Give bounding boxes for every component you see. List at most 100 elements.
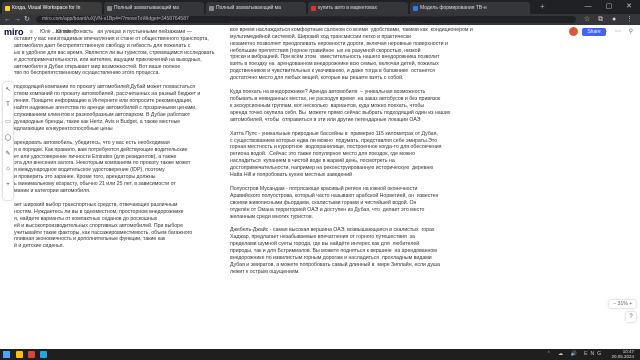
board-text-block-left[interactable]: ...ая поверхность ая улицах и пустынными… bbox=[14, 29, 214, 250]
text-line: найти надежные агентства по аренде автом… bbox=[14, 105, 197, 112]
frame-tool-icon[interactable]: ⌂ bbox=[3, 166, 13, 172]
text-line: ет или удостоверение личности Emirates (… bbox=[14, 153, 177, 160]
text-line: мультимедийной системой. Широкий ход тра… bbox=[230, 33, 411, 40]
text-line: достаточно место для любых вещей, которы… bbox=[230, 75, 404, 82]
zoom-control[interactable]: − 31% + bbox=[609, 300, 636, 308]
page-favicon-icon bbox=[413, 6, 418, 11]
start-menu-icon[interactable] bbox=[3, 351, 10, 358]
file-explorer-icon[interactable] bbox=[16, 351, 23, 358]
text-line: я в порядке. Как правило, вам потребуютс… bbox=[14, 146, 188, 153]
text-line: й и детские сиденья. bbox=[14, 243, 65, 250]
browser-tab-label: Когда, Visual Workspace for In bbox=[12, 5, 81, 11]
system-tray[interactable]: ⌃ ☁ 🔊 ENG bbox=[547, 351, 604, 358]
browser-tab-strip: Когда, Visual Workspace for In Полный за… bbox=[0, 0, 640, 14]
text-line: ает широкий выбор транспортных средств, … bbox=[14, 201, 178, 208]
text-line: я, найдете варианты от компактных седано… bbox=[14, 215, 158, 222]
bookmark-star-icon[interactable]: ☆ bbox=[584, 15, 590, 24]
text-line: своими живописными фьордами, скалистыми … bbox=[230, 199, 417, 206]
text-line: насладиться купанием в чистой воде в жар… bbox=[230, 158, 395, 165]
text-tool-icon[interactable]: T bbox=[3, 102, 13, 108]
text-line: лежит к острым ощущениям. bbox=[230, 268, 300, 275]
text-line: с существованием которых едва ли можно п… bbox=[230, 137, 438, 144]
browser-tab[interactable]: Когда, Visual Workspace for In bbox=[2, 2, 102, 14]
select-tool-icon[interactable]: ↖ bbox=[3, 86, 13, 93]
text-line: внедорожнике по извилистым горным дорога… bbox=[230, 255, 432, 262]
text-line: и проверить это заранее. Кроме того, аре… bbox=[14, 174, 156, 181]
clock-date: 20.05.2024 bbox=[611, 353, 634, 359]
back-icon[interactable]: ← bbox=[4, 15, 11, 24]
avatar[interactable] bbox=[569, 27, 578, 36]
pen-tool-icon[interactable]: ✎ bbox=[3, 150, 13, 157]
text-line: едлагающие конкурентоспособные цены bbox=[14, 125, 113, 132]
telegram-icon[interactable] bbox=[40, 351, 47, 358]
text-line: автомобиля в Дубае открывает мир возможн… bbox=[14, 63, 181, 70]
browser-tab[interactable]: Полный захватывающий ма bbox=[104, 2, 204, 14]
text-line: пределами шумной суеты города, где вы на… bbox=[230, 241, 420, 248]
shape-tool-icon[interactable]: ◯ bbox=[3, 134, 13, 141]
board-text-block-right[interactable]: ерниками, которые вас захватят пошагово,… bbox=[230, 13, 473, 276]
miro-favicon-icon bbox=[5, 6, 10, 11]
reload-icon[interactable]: ↻ bbox=[24, 15, 30, 24]
sticky-note-tool-icon[interactable]: ▭ bbox=[3, 118, 13, 125]
zoom-in-icon[interactable]: + bbox=[629, 301, 632, 307]
text-line: ...ая поверхность ая улицах и пустынными… bbox=[14, 29, 192, 35]
extensions-icon[interactable]: ⧉ bbox=[598, 15, 603, 24]
page-favicon-icon bbox=[107, 6, 112, 11]
text-line: ерниками, которые вас захватят пошагово,… bbox=[230, 13, 455, 19]
text-line: эта для внесения залога. Некоторым компа… bbox=[14, 160, 191, 167]
page-favicon-icon bbox=[209, 6, 214, 11]
text-line: ством компаний по прокату автомобилей, р… bbox=[14, 91, 201, 98]
page-favicon-icon bbox=[311, 6, 316, 11]
text-line: отделён от Омана территорией ОАЭ и досту… bbox=[230, 206, 425, 213]
text-line: подвеска позволяет легко преодолевать ка… bbox=[230, 19, 423, 26]
text-line: Полуостров Мусандам - потрясающе красивы… bbox=[230, 185, 418, 192]
browser-tab-label: Полный захватывающий ма bbox=[114, 5, 179, 11]
more-tools-icon[interactable]: + bbox=[3, 182, 13, 188]
browser-menu-icon[interactable]: ⋮ bbox=[626, 15, 633, 24]
browser-tab-label: Полный захватывающий ма bbox=[216, 5, 281, 11]
text-line: аренда точно окупила себя. Вы можете пря… bbox=[230, 109, 451, 116]
text-line: желанным среди многих туристов. bbox=[230, 213, 314, 220]
help-button[interactable]: ? bbox=[626, 312, 636, 322]
text-line: Куда поехать на внедорожнике? Аренда авт… bbox=[230, 89, 426, 96]
zoom-out-icon[interactable]: − bbox=[613, 301, 616, 307]
text-line: побывать в невиданных местах, не расходу… bbox=[230, 95, 441, 102]
text-line: я международное водительское удостоверен… bbox=[14, 167, 165, 174]
clock[interactable]: 10:47 20.05.2024 bbox=[611, 349, 634, 359]
text-line: Аравийского полуострова, который часто н… bbox=[230, 192, 439, 199]
text-line: достопримечательности, например на рекон… bbox=[230, 165, 434, 172]
text-line: Джебель-Джайс - самая высокая вершина ОА… bbox=[230, 227, 435, 234]
browser-tab-label: Модель формирования ТВ-н bbox=[420, 5, 487, 11]
profile-icon[interactable]: ● bbox=[612, 15, 616, 24]
text-line: автомобилей, чтобы отправиться в эти или… bbox=[230, 116, 421, 123]
text-line: учитывайте такие факторы, как пассажиров… bbox=[14, 229, 193, 236]
text-line: Дубая и эмиратов, а можете попробовать с… bbox=[230, 262, 440, 268]
browser-tab-label: купить авто в маркетовах bbox=[318, 5, 378, 11]
forward-icon[interactable]: → bbox=[14, 15, 21, 24]
text-line: незаметно позволяет преодолевать неровно… bbox=[230, 40, 448, 47]
os-taskbar: ⌃ ☁ 🔊 ENG 10:47 20.05.2024 bbox=[0, 349, 640, 360]
chrome-icon[interactable] bbox=[28, 351, 35, 358]
text-line: оставит у вас неизгладимые впечатления и… bbox=[14, 35, 209, 42]
zoom-level: 31% bbox=[617, 301, 628, 307]
text-line: мании и категории автомобиля. bbox=[14, 188, 91, 195]
window-controls[interactable]: — ▢ ✕ bbox=[585, 2, 638, 10]
text-line: служиванием клиентов и разнообразным авт… bbox=[14, 111, 191, 118]
toolbar-right-icons[interactable]: ▷ ⋯ ⚲ bbox=[603, 28, 636, 35]
text-line: ностям. Нуждаетесь ли вы в одноместном, … bbox=[14, 208, 184, 215]
text-line: природы, так и для Бстримиалов. Вы может… bbox=[230, 248, 437, 255]
text-line: Hatta Hill и попробовать кухню местных з… bbox=[230, 172, 353, 179]
text-line: ей и высокопроизводительных спортивных а… bbox=[14, 222, 183, 229]
text-line: автомобиля дает беспрепятственную свобод… bbox=[14, 42, 191, 49]
new-tab-button[interactable]: + bbox=[540, 2, 545, 12]
text-line: е достопримечательности, или жителем, ищ… bbox=[14, 56, 202, 63]
text-line: ых в удобное для вас время. Является ли … bbox=[14, 49, 215, 56]
text-line: все время наслаждаться комфортным салоно… bbox=[230, 26, 473, 33]
text-line: ь минимальному возрасту, обычно 21 или 2… bbox=[14, 181, 176, 188]
text-line: взять в поездку на арендованном внедорож… bbox=[230, 61, 439, 68]
creation-toolbar: ↖ T ▭ ◯ ✎ ⌂ + bbox=[3, 82, 13, 200]
